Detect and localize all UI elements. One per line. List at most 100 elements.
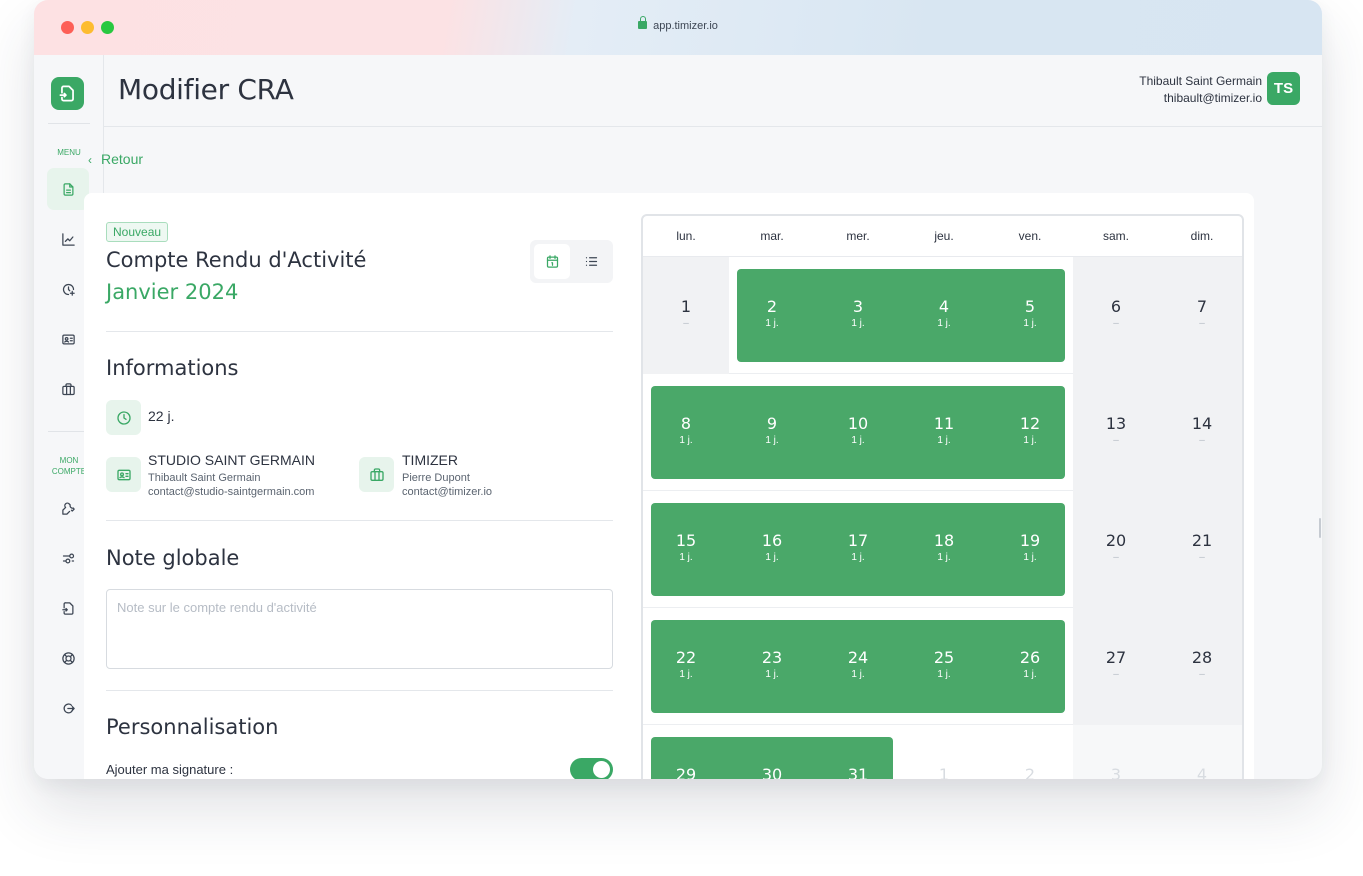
day-number: 13 xyxy=(1105,413,1127,433)
calendar-day[interactable]: 91 j. xyxy=(729,414,815,448)
calendar-day[interactable]: 31 j. xyxy=(815,297,901,331)
day-number: 11 xyxy=(933,413,955,433)
calendar-view-button[interactable] xyxy=(534,244,570,279)
list-icon xyxy=(585,257,597,266)
day-number: 23 xyxy=(761,647,783,667)
day-value: – xyxy=(1113,551,1119,563)
day-value: 1 j. xyxy=(765,434,779,446)
calendar-day[interactable]: 11 1 j. xyxy=(901,414,987,448)
calendar-day[interactable]: 2 xyxy=(987,765,1073,780)
day-value: – xyxy=(1199,317,1205,329)
briefcase-icon xyxy=(369,467,384,481)
day-number: 3 xyxy=(852,296,864,316)
calendar-day[interactable]: 17 1 j. xyxy=(815,531,901,565)
calendar-day[interactable]: 24 1 j. xyxy=(815,648,901,682)
provider-contact: Pierre Dupont xyxy=(402,472,470,484)
calendar-day[interactable]: 21 j. xyxy=(729,297,815,331)
calendar-day[interactable]: 23 1 j. xyxy=(729,648,815,682)
calendar-day[interactable]: 21– xyxy=(1159,531,1242,565)
calendar-day[interactable]: 29 xyxy=(643,765,729,780)
day-value: – xyxy=(1113,434,1119,446)
day-number: 30 xyxy=(761,764,783,780)
calendar-day[interactable]: 81 j. xyxy=(643,414,729,448)
day-number: 4 xyxy=(938,296,950,316)
toggle-knob xyxy=(593,761,610,778)
calendar-day[interactable]: 3 xyxy=(1073,765,1159,780)
day-number: 17 xyxy=(847,530,869,550)
calendar-day[interactable]: 14– xyxy=(1159,413,1242,448)
signature-label: Ajouter ma signature : xyxy=(106,762,234,777)
calendar-week-row: 81 j. 9 1 j. 10 1 j. 11 1 j. 12 1 j. 13–14– xyxy=(643,374,1242,491)
calendar-day[interactable]: 26 1 j. xyxy=(987,648,1073,682)
day-number: 2 xyxy=(1024,764,1036,780)
view-toggle xyxy=(530,240,613,283)
content-clip: Nouveau Compte Rendu d'Activité Janvier … xyxy=(34,0,1322,779)
calendar-week-row: 22 1 j. 23 1 j. 24 1 j. 25 1 j. 26 1 j. 27–28– xyxy=(643,608,1242,725)
calendar-day[interactable]: 1– xyxy=(643,297,729,331)
calendar-day[interactable]: 25 1 j. xyxy=(901,648,987,682)
status-badge: Nouveau xyxy=(106,222,169,242)
calendar-day[interactable]: 20– xyxy=(1073,531,1159,565)
calendar-day[interactable]: 10 1 j. xyxy=(815,414,901,448)
calendar-day[interactable]: 16 1 j. xyxy=(729,531,815,565)
calendar-icon xyxy=(546,255,558,268)
day-number: 1 xyxy=(680,296,692,316)
note-textarea[interactable]: Note sur le compte rendu d'activité xyxy=(106,589,613,669)
weekday-header: ven. xyxy=(1018,229,1042,243)
report-month: Janvier 2024 xyxy=(106,280,239,304)
calendar-day[interactable]: 13– xyxy=(1073,414,1159,448)
calendar-day[interactable]: 19 1 j. xyxy=(987,531,1073,565)
day-value: 1 j. xyxy=(1023,551,1037,563)
calendar-day[interactable]: 27– xyxy=(1073,648,1159,682)
calendar-day[interactable]: 6– xyxy=(1073,297,1159,331)
day-number: 26 xyxy=(1019,647,1041,667)
day-value: – xyxy=(683,317,689,329)
calendar-week-row: 15 1 j. 16 1 j. 17 1 j. 18 1 j. 19 1 j. 20–21– xyxy=(643,491,1242,608)
day-number: 1 xyxy=(938,764,950,780)
day-number: 31 xyxy=(847,764,869,780)
weekday-header: mar. xyxy=(760,229,784,243)
calendar-day[interactable]: 18 1 j. xyxy=(901,531,987,565)
day-number: 28 xyxy=(1191,647,1213,667)
list-view-button[interactable] xyxy=(573,244,609,279)
calendar-week-row: 29 30 31 1 2 3 4 xyxy=(643,725,1242,779)
day-number: 19 xyxy=(1019,530,1041,550)
client-icon-wrap xyxy=(106,457,141,492)
calendar-day[interactable]: 4 xyxy=(1159,764,1242,780)
day-number: 4 xyxy=(1196,764,1208,780)
signature-toggle[interactable] xyxy=(570,758,613,779)
day-number: 18 xyxy=(933,530,955,550)
calendar: lun. mar. mer. jeu. ven. sam. dim. 1–2 1 j. 3 1 j… xyxy=(641,214,1244,779)
weekday-header: lun. xyxy=(676,229,696,243)
day-number: 16 xyxy=(761,530,783,550)
day-value: 1 j. xyxy=(851,317,865,329)
calendar-day[interactable]: 31 xyxy=(815,765,901,780)
day-number: 14 xyxy=(1191,413,1213,433)
client-contact: Thibault Saint Germain xyxy=(148,472,261,484)
weekday-header: dim. xyxy=(1190,229,1214,243)
calendar-day[interactable]: 7– xyxy=(1159,297,1242,331)
calendar-day[interactable]: 22 1 j. xyxy=(643,648,729,682)
day-number: 24 xyxy=(847,647,869,667)
day-value: 1 j. xyxy=(851,434,865,446)
calendar-day[interactable]: 15 1 j. xyxy=(643,531,729,565)
calendar-day[interactable]: 41 j. xyxy=(901,297,987,331)
day-number: 3 xyxy=(1110,764,1122,780)
day-number: 20 xyxy=(1105,530,1127,550)
day-value: – xyxy=(1199,551,1205,563)
day-value: 1 j. xyxy=(679,668,693,680)
day-number: 6 xyxy=(1110,296,1122,316)
calendar-day[interactable]: 28– xyxy=(1159,647,1242,682)
scrollbar[interactable] xyxy=(1319,518,1321,538)
note-heading: Note globale xyxy=(106,546,240,570)
day-value: 1 j. xyxy=(937,317,951,329)
day-value: 1 j. xyxy=(937,434,951,446)
day-value: – xyxy=(1199,434,1205,446)
calendar-day[interactable]: 12 1 j. xyxy=(987,414,1073,448)
divider xyxy=(106,331,613,332)
day-value: 1 j. xyxy=(1023,668,1037,680)
calendar-day[interactable]: 1 xyxy=(901,765,987,780)
days-total: 22 j. xyxy=(148,408,175,424)
calendar-day[interactable]: 51 j. xyxy=(987,297,1073,331)
calendar-day[interactable]: 30 xyxy=(729,765,815,780)
